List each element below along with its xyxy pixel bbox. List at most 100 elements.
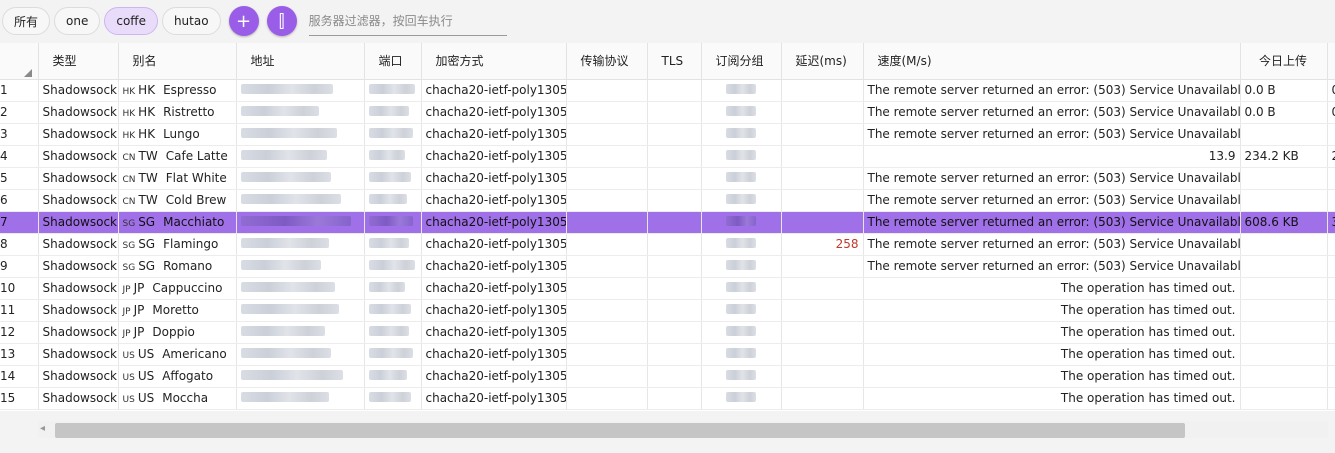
flag-icon: CN bbox=[122, 197, 136, 207]
row-port-redacted bbox=[364, 365, 422, 388]
header-tls[interactable]: TLS bbox=[647, 43, 702, 80]
header-today-upload[interactable]: 今日上传 bbox=[1240, 43, 1328, 80]
row-type: Shadowsock bbox=[38, 189, 119, 212]
row-address-redacted bbox=[236, 321, 365, 344]
table-row[interactable]: 14 Shadowsock US US Affogato chacha20-ietf-po… bbox=[0, 365, 1335, 388]
row-alias: CN TW Flat White bbox=[118, 167, 237, 190]
row-today-upload: 234.2 KB bbox=[1240, 145, 1328, 168]
row-type: Shadowsock bbox=[38, 343, 119, 366]
row-address-redacted bbox=[236, 145, 365, 168]
row-country-code: US bbox=[137, 347, 155, 361]
header-corner[interactable] bbox=[0, 43, 39, 80]
row-port-redacted bbox=[364, 167, 422, 190]
group-chip-hutao[interactable]: hutao bbox=[161, 7, 221, 35]
row-transport bbox=[566, 79, 648, 102]
header-transport[interactable]: 传输协议 bbox=[566, 43, 648, 80]
row-transport bbox=[566, 343, 648, 366]
header-latency[interactable]: 延迟(ms) bbox=[781, 43, 864, 80]
server-filter-input[interactable]: 服务器过滤器，按回车执行 bbox=[308, 7, 507, 36]
table-row[interactable]: 13 Shadowsock US US Americano chacha20-ietf-p… bbox=[0, 343, 1335, 366]
scroll-left-icon[interactable]: ◂ bbox=[40, 423, 45, 434]
row-subscription-redacted bbox=[701, 255, 782, 278]
add-button[interactable]: + bbox=[228, 6, 259, 36]
row-country-code: JP bbox=[133, 325, 145, 339]
table-row[interactable]: 8 Shadowsock SG SG Flamingo chacha20-ietf-pol… bbox=[0, 233, 1335, 256]
table-row[interactable]: 3 Shadowsock HK HK Lungo chacha20-ietf-poly13… bbox=[0, 123, 1335, 146]
row-extra bbox=[1327, 299, 1335, 322]
row-latency bbox=[781, 321, 864, 344]
row-alias: SG SG Macchiato bbox=[118, 211, 237, 234]
table-row[interactable]: 5 Shadowsock CN TW Flat White chacha20-ietf-p… bbox=[0, 167, 1335, 190]
row-latency: 258 bbox=[781, 233, 864, 256]
split-icon[interactable]: ⫿ bbox=[266, 6, 297, 36]
row-latency bbox=[781, 343, 864, 366]
row-alias: US US Americano bbox=[118, 343, 237, 366]
table-row[interactable]: 11 Shadowsock JP JP Moretto chacha20-ietf-pol… bbox=[0, 299, 1335, 322]
table-row[interactable]: 12 Shadowsock JP JP Doppio chacha20-ietf-poly… bbox=[0, 321, 1335, 344]
row-tls bbox=[647, 123, 702, 146]
header-alias[interactable]: 别名 bbox=[118, 43, 237, 80]
row-encryption: chacha20-ietf-poly1305 bbox=[421, 79, 567, 102]
row-alias-name: Moretto bbox=[152, 303, 199, 317]
table-row[interactable]: 7 Shadowsock SG SG Macchiato chacha20-ietf-po… bbox=[0, 211, 1335, 234]
header-subscription-group[interactable]: 订阅分组 bbox=[701, 43, 782, 80]
table-row[interactable]: 1 Shadowsock HK HK Espresso chacha20-ietf-pol… bbox=[0, 79, 1335, 102]
row-address-redacted bbox=[236, 79, 365, 102]
row-alias: US US Moccha bbox=[118, 387, 237, 410]
row-transport bbox=[566, 101, 648, 124]
row-today-upload: 0.0 B bbox=[1240, 101, 1328, 124]
header-port[interactable]: 端口 bbox=[364, 43, 422, 80]
row-alias-name: Lungo bbox=[163, 127, 200, 141]
row-port-redacted bbox=[364, 211, 422, 234]
row-port-redacted bbox=[364, 387, 422, 410]
header-extra[interactable] bbox=[1327, 43, 1335, 80]
row-subscription-redacted bbox=[701, 101, 782, 124]
row-subscription-redacted bbox=[701, 79, 782, 102]
row-alias-name: Doppio bbox=[152, 325, 195, 339]
scrollbar-thumb[interactable] bbox=[55, 423, 1185, 438]
row-address-redacted bbox=[236, 211, 365, 234]
row-encryption: chacha20-ietf-poly1305 bbox=[421, 365, 567, 388]
row-today-upload bbox=[1240, 343, 1328, 366]
row-latency bbox=[781, 189, 864, 212]
table-row[interactable]: 10 Shadowsock JP JP Cappuccino chacha20-ietf-… bbox=[0, 277, 1335, 300]
flag-icon: US bbox=[122, 373, 135, 383]
row-subscription-redacted bbox=[701, 365, 782, 388]
row-latency bbox=[781, 277, 864, 300]
row-alias: US US Affogato bbox=[118, 365, 237, 388]
row-latency bbox=[781, 167, 864, 190]
table-row[interactable]: 9 Shadowsock SG SG Romano chacha20-ietf-poly1… bbox=[0, 255, 1335, 278]
row-encryption: chacha20-ietf-poly1305 bbox=[421, 299, 567, 322]
row-tls bbox=[647, 189, 702, 212]
row-port-redacted bbox=[364, 79, 422, 102]
table-row[interactable]: 4 Shadowsock CN TW Cafe Latte chacha20-ietf-p… bbox=[0, 145, 1335, 168]
row-index: 13 bbox=[0, 343, 39, 366]
header-type[interactable]: 类型 bbox=[38, 43, 119, 80]
header-encryption[interactable]: 加密方式 bbox=[421, 43, 567, 80]
row-today-upload bbox=[1240, 255, 1328, 278]
group-chip-all[interactable]: 所有 bbox=[2, 7, 51, 35]
row-encryption: chacha20-ietf-poly1305 bbox=[421, 321, 567, 344]
group-chip-one[interactable]: one bbox=[54, 7, 101, 35]
row-type: Shadowsock bbox=[38, 255, 119, 278]
row-country-code: HK bbox=[138, 105, 156, 119]
row-today-upload bbox=[1240, 123, 1328, 146]
row-type: Shadowsock bbox=[38, 101, 119, 124]
row-tls bbox=[647, 277, 702, 300]
row-address-redacted bbox=[236, 299, 365, 322]
row-extra bbox=[1327, 321, 1335, 344]
group-chip-coffe[interactable]: coffe bbox=[104, 7, 158, 35]
row-tls bbox=[647, 79, 702, 102]
row-type: Shadowsock bbox=[38, 211, 119, 234]
row-tls bbox=[647, 145, 702, 168]
row-extra: 35 bbox=[1327, 211, 1335, 234]
table-row[interactable]: 15 Shadowsock US US Moccha chacha20-ietf-poly… bbox=[0, 387, 1335, 410]
header-speed[interactable]: 速度(M/s) bbox=[863, 43, 1241, 80]
row-transport bbox=[566, 387, 648, 410]
row-tls bbox=[647, 167, 702, 190]
table-row[interactable]: 2 Shadowsock HK HK Ristretto chacha20-ietf-po… bbox=[0, 101, 1335, 124]
table-row[interactable]: 6 Shadowsock CN TW Cold Brew chacha20-ietf-po… bbox=[0, 189, 1335, 212]
row-latency bbox=[781, 387, 864, 410]
row-country-code: SG bbox=[138, 259, 156, 273]
header-address[interactable]: 地址 bbox=[236, 43, 365, 80]
